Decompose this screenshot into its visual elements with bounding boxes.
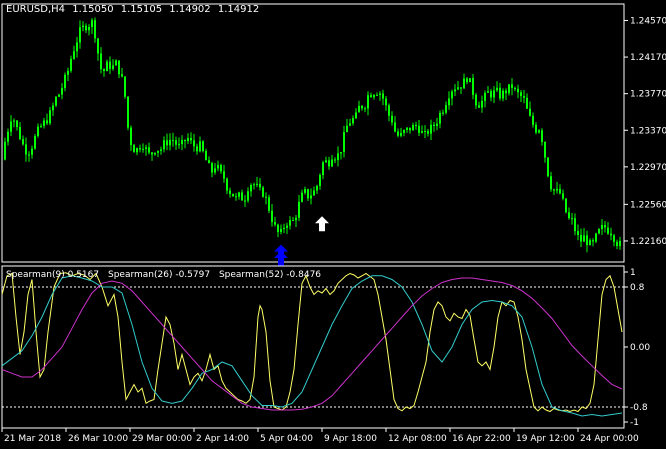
candle [124,76,126,99]
time-tick-label: 9 Apr 18:00 [324,434,377,444]
high-price: 1.15105 [120,4,163,15]
price-tick-label: 1.24170 [630,53,666,63]
time-tick-label: 24 Apr 00:00 [580,434,639,444]
indicator-header: Spearman(9) 0.5167 Spearman(26) -0.5797 … [6,270,327,280]
time-tick-label: 21 Mar 2018 [4,434,61,444]
candle [469,78,471,83]
candle [565,198,567,214]
chart-background [0,0,666,449]
symbol-header: EURUSD,H4 1.15050 1.15105 1.14902 1.1491… [6,4,263,15]
time-tick-label: 16 Apr 22:00 [452,434,511,444]
candle [34,133,36,150]
indicator-tick-label: 0.8 [630,283,645,293]
trading-chart[interactable]: 1.24570 1.24170 1.23770 1.23370 1.22970 1.225… [0,0,666,449]
spearman-52-label: Spearman(52) -0.8476 [218,270,322,280]
time-tick-label: 29 Mar 00:00 [132,434,192,444]
indicator-tick-label: 1 [630,268,636,278]
indicator-tick-label: 0.00 [630,343,650,353]
spearman-26-label: Spearman(26) -0.5797 [107,270,211,280]
open-price: 1.15050 [72,4,114,15]
time-tick-label: 2 Apr 14:00 [196,434,249,444]
price-tick-label: 1.23370 [630,126,666,136]
candle [262,185,264,198]
low-price: 1.14902 [169,4,211,15]
time-tick-label: 12 Apr 08:00 [388,434,447,444]
candle [547,157,549,178]
candle [202,140,204,153]
price-tick-label: 1.22970 [630,163,666,173]
candle [127,96,129,131]
time-tick-label: 5 Apr 04:00 [260,434,313,444]
time-tick-label: 26 Mar 10:00 [68,434,128,444]
candle [232,193,234,197]
indicator-tick-label: -1 [630,418,639,428]
price-tick-label: 1.22160 [630,237,666,247]
candle [268,194,270,214]
time-tick-label: 19 Apr 12:00 [516,434,575,444]
close-price: 1.14912 [217,4,260,15]
price-tick-label: 1.22560 [630,200,666,210]
indicator-tick-label: -0.8 [630,403,648,413]
candle [55,95,57,108]
spearman-9-label: Spearman(9) 0.5167 [6,270,100,280]
price-tick-label: 1.23770 [630,90,666,100]
candle [133,143,135,153]
price-tick-label: 1.24570 [630,16,666,26]
symbol-name: EURUSD,H4 [6,4,66,15]
